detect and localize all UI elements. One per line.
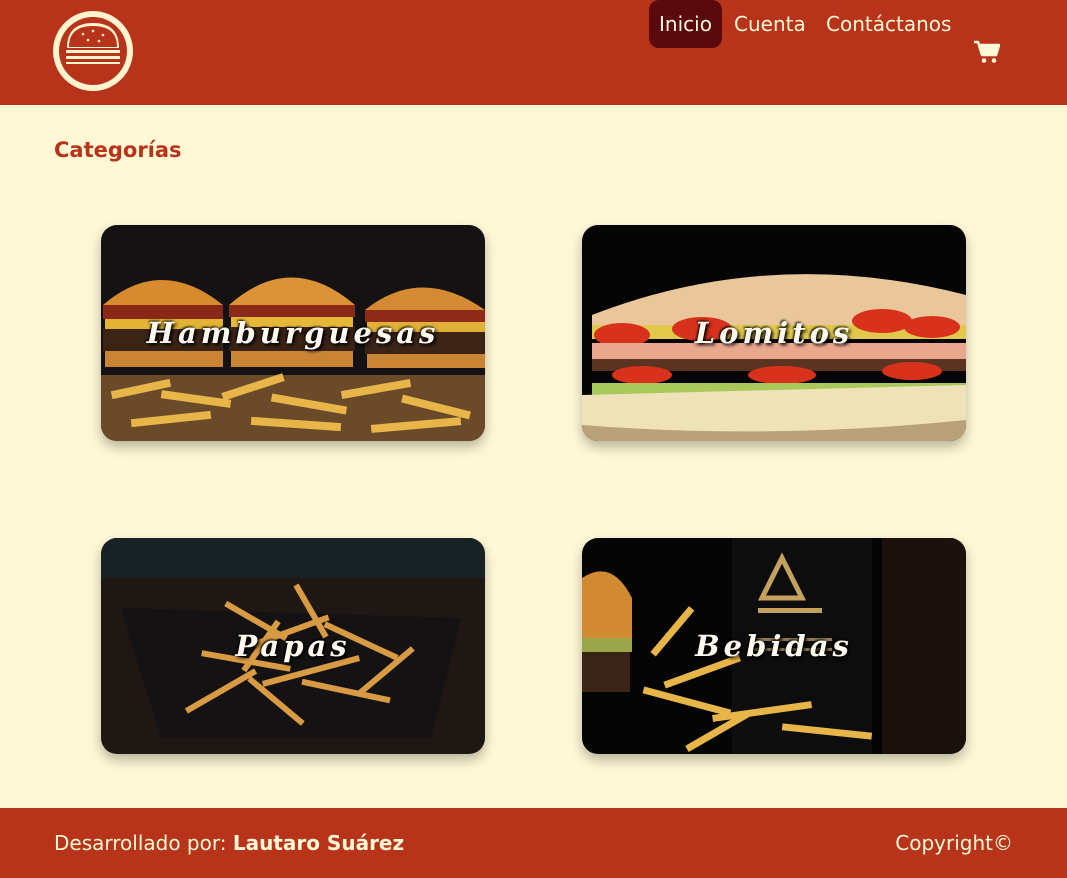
site-footer: Desarrollado por: Lautaro Suárez Copyrig… [0,808,1067,878]
nav-inicio[interactable]: Inicio [649,0,722,48]
cart-icon[interactable] [974,40,1000,64]
author-name: Lautaro Suárez [232,831,405,855]
page-title: Categorías [54,138,182,162]
category-label: Papas [235,629,351,663]
site-header: Inicio Cuenta Contáctanos [0,0,1067,105]
nav-contactanos[interactable]: Contáctanos [826,0,951,48]
category-label: Lomitos [694,316,854,350]
category-card-papas[interactable]: Papas [101,538,485,754]
nav-cuenta[interactable]: Cuenta [734,0,806,48]
category-card-bebidas[interactable]: Bebidas [582,538,966,754]
burger-icon [59,17,127,85]
category-label: Bebidas [695,629,853,663]
logo[interactable] [53,11,133,91]
copyright: Copyright© [895,831,1013,855]
credits: Desarrollado por: Lautaro Suárez [54,831,404,855]
category-card-lomitos[interactable]: Lomitos [582,225,966,441]
credits-prefix: Desarrollado por: [54,831,233,855]
category-label: Hamburguesas [146,316,440,350]
category-card-hamburguesas[interactable]: Hamburguesas [101,225,485,441]
